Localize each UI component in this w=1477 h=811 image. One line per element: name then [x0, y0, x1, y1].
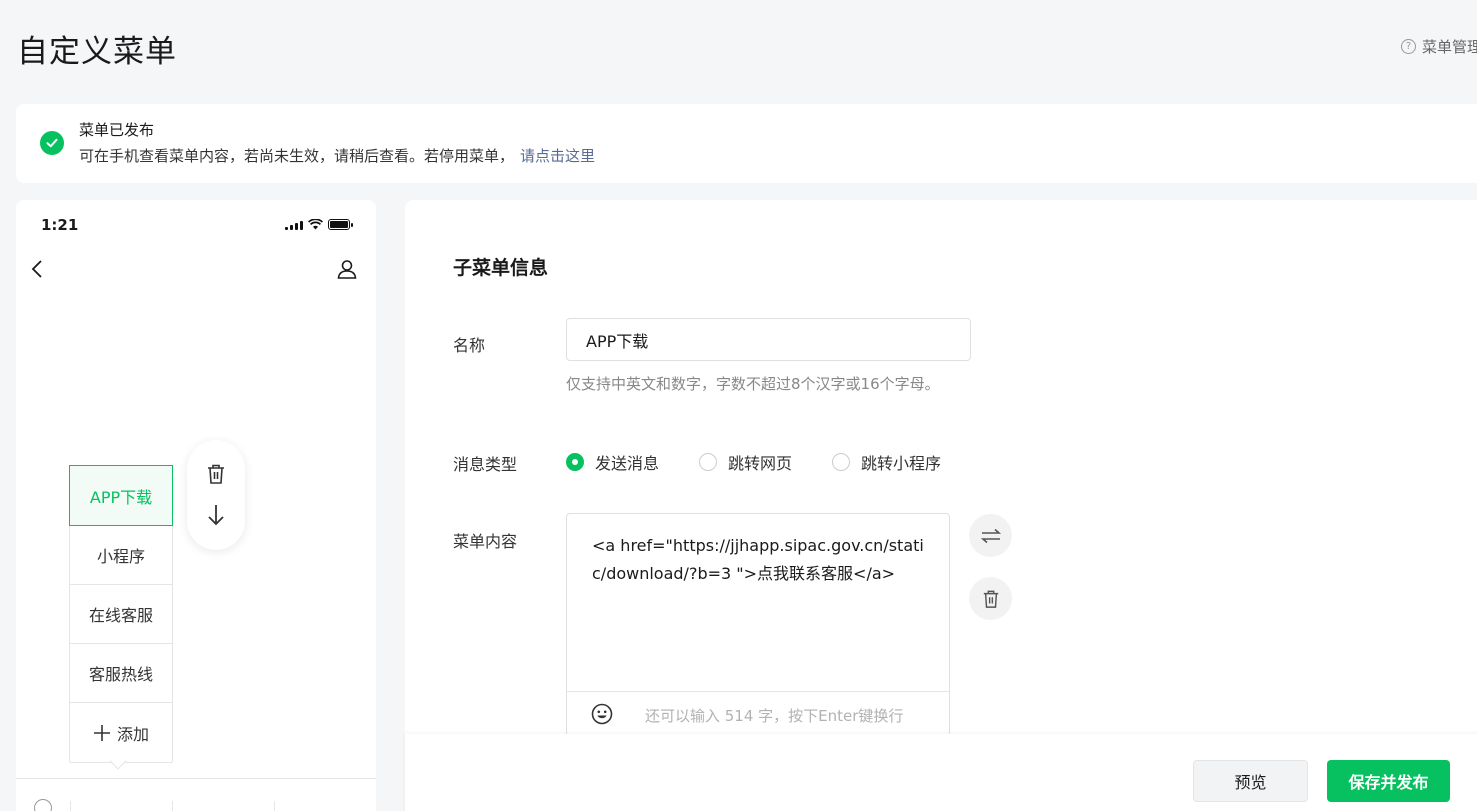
radio-open-mini-program[interactable]: 跳转小程序	[832, 450, 941, 474]
move-down-icon[interactable]	[206, 503, 226, 527]
notice-desc-text: 可在手机查看菜单内容，若尚未生效，请稍后查看。若停用菜单，	[79, 147, 515, 165]
plus-icon	[93, 724, 110, 741]
radio-unchecked-icon	[699, 453, 718, 471]
name-hint: 仅支持中英文和数字，字数不超过8个汉字或16个字母。	[566, 375, 940, 393]
user-icon[interactable]	[336, 258, 358, 284]
status-time: 1:21	[41, 216, 79, 234]
radio-unchecked-icon	[832, 453, 851, 471]
question-circle-icon: ?	[1401, 39, 1416, 54]
phone-menu-bar	[16, 778, 376, 811]
delete-content-button[interactable]	[969, 577, 1012, 620]
wifi-icon	[308, 219, 323, 230]
radio-send-message[interactable]: 发送消息	[566, 450, 659, 474]
notice-title: 菜单已发布	[79, 121, 155, 139]
radio-open-webpage[interactable]: 跳转网页	[699, 450, 792, 474]
back-arrow-icon[interactable]	[30, 258, 44, 284]
keyboard-toggle-icon[interactable]	[34, 799, 52, 811]
submenu-item-mini-program[interactable]: 小程序	[69, 526, 173, 585]
submenu-list: APP下载 小程序 在线客服 客服热线 添加	[69, 465, 173, 763]
name-input[interactable]: APP下载	[566, 318, 971, 361]
menu-divider	[274, 801, 275, 811]
type-label: 消息类型	[453, 455, 518, 474]
name-label: 名称	[453, 336, 486, 355]
radio-label: 发送消息	[595, 454, 660, 473]
help-label: 菜单管理	[1422, 38, 1477, 56]
check-circle-icon	[40, 131, 64, 155]
menu-content-text[interactable]: <a href="https://jjhapp.sipac.gov.cn/sta…	[592, 532, 932, 588]
menu-divider	[70, 801, 71, 811]
submenu-info-panel: 子菜单信息 名称 APP下载 仅支持中英文和数字，字数不超过8个汉字或16个字母…	[405, 200, 1477, 811]
battery-icon	[328, 219, 353, 230]
page-title: 自定义菜单	[17, 34, 177, 70]
disable-menu-link[interactable]: 请点击这里	[520, 147, 595, 165]
preview-button[interactable]: 预览	[1193, 760, 1308, 802]
add-label: 添加	[116, 724, 149, 744]
menu-content-editor[interactable]: <a href="https://jjhapp.sipac.gov.cn/sta…	[566, 513, 950, 753]
status-icons	[285, 219, 353, 230]
action-bar: 预览 保存并发布	[405, 734, 1477, 811]
submenu-item-online-service[interactable]: 在线客服	[69, 585, 173, 644]
trash-icon	[983, 590, 998, 608]
trash-icon[interactable]	[206, 463, 226, 485]
editor-footer: 还可以输入 514 字，按下Enter键换行	[567, 691, 949, 737]
radio-checked-icon	[566, 453, 584, 471]
radio-label: 跳转小程序	[861, 454, 942, 473]
section-title: 子菜单信息	[453, 257, 549, 279]
signal-icon	[285, 220, 303, 230]
notice-desc: 可在手机查看菜单内容，若尚未生效，请稍后查看。若停用菜单， 请点击这里	[79, 145, 595, 166]
publish-notice: 菜单已发布 可在手机查看菜单内容，若尚未生效，请稍后查看。若停用菜单， 请点击这里	[16, 104, 1477, 183]
save-publish-button[interactable]: 保存并发布	[1327, 760, 1450, 802]
submenu-item-tools	[187, 440, 245, 550]
submenu-item-hotline[interactable]: 客服热线	[69, 644, 173, 703]
emoji-icon[interactable]	[591, 703, 613, 729]
content-label: 菜单内容	[453, 532, 518, 551]
switch-button[interactable]	[969, 514, 1012, 557]
menu-divider	[172, 801, 173, 811]
message-type-radio-group: 发送消息 跳转网页 跳转小程序	[566, 450, 981, 474]
submenu-item-app-download[interactable]: APP下载	[69, 465, 173, 526]
add-submenu-button[interactable]: 添加	[69, 703, 173, 762]
swap-icon	[980, 528, 1001, 543]
phone-preview: 1:21 APP下载 小程序 在线客服 客服热线 添加	[16, 200, 376, 811]
remaining-count: 还可以输入 514 字，按下Enter键换行	[645, 707, 904, 725]
menu-management-link[interactable]: ? 菜单管理	[1401, 36, 1477, 57]
radio-label: 跳转网页	[728, 454, 793, 473]
